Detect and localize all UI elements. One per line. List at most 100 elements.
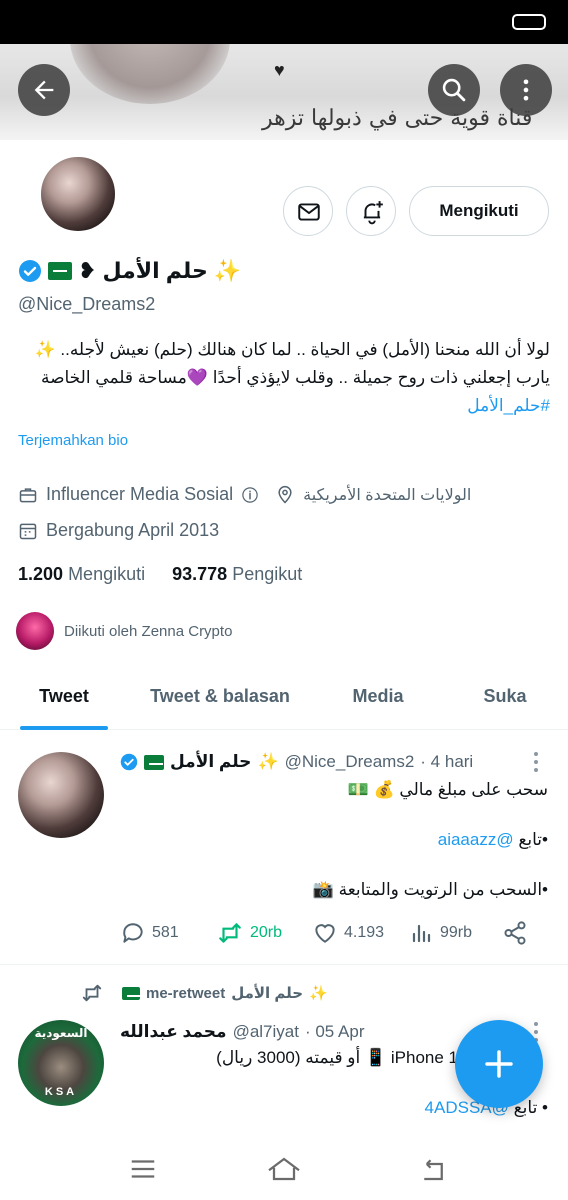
- status-bar: [0, 0, 568, 44]
- tweet-author-avatar[interactable]: [18, 752, 104, 838]
- following-button[interactable]: Mengikuti: [409, 186, 549, 236]
- retweet-time: · 05 Apr: [304, 1022, 365, 1041]
- search-button[interactable]: [428, 64, 480, 116]
- tweet-more-icon[interactable]: [528, 750, 544, 774]
- following-label: Mengikuti: [68, 564, 146, 584]
- tab-media[interactable]: Media: [330, 668, 426, 730]
- phone-emoji: 📱: [364, 1048, 387, 1067]
- bio-line-1-text: لولا أن الله منحنا (الأمل) في الحياة .. …: [60, 340, 550, 359]
- reply-count: 581: [152, 924, 179, 941]
- back-button[interactable]: [18, 64, 70, 116]
- retweet-author-handle: @al7iyat: [232, 1022, 299, 1041]
- verified-badge-icon: [19, 260, 41, 282]
- compose-tweet-button[interactable]: [455, 1020, 543, 1108]
- mention-link[interactable]: @aiaaazz: [438, 830, 514, 849]
- location-text: الولايات المتحدة الأمريكية: [303, 486, 472, 504]
- retweet-line-1-tail: أو قيمته (3000 ريال): [216, 1048, 361, 1067]
- views-button[interactable]: 99rb: [410, 920, 472, 946]
- display-name-suffix: ❥: [78, 258, 97, 283]
- followed-by-text: Diikuti oleh Zenna Crypto: [64, 622, 233, 640]
- tab-likes[interactable]: Suka: [460, 668, 550, 730]
- banner-text: قناة قوية حتى في ذبولها تزهر: [262, 106, 533, 131]
- menu-icon[interactable]: [128, 1154, 158, 1184]
- tweet-line-3-text: •السحب من الرتويت والمتابعة: [338, 880, 548, 899]
- profile-banner: ♥ قناة قوية حتى في ذبولها تزهر: [0, 44, 568, 140]
- share-button[interactable]: [502, 920, 528, 946]
- like-button[interactable]: 4.193: [312, 920, 384, 946]
- views-count: 99rb: [440, 924, 473, 941]
- more-vertical-icon: [523, 79, 529, 101]
- sparkle-icon: ✨: [257, 752, 279, 771]
- translate-bio-link[interactable]: Terjemahkan bio: [18, 432, 128, 449]
- money-emoji: 💰 💵: [347, 780, 395, 799]
- notification-button[interactable]: [346, 186, 396, 236]
- followers-stat[interactable]: 93.778 Pengikut: [172, 564, 302, 584]
- heart-icon: [315, 924, 335, 943]
- following-count: 1.200: [18, 564, 64, 584]
- banner-image: [70, 44, 230, 104]
- banner-heart-icon: ♥: [274, 60, 285, 80]
- more-options-button[interactable]: [500, 64, 552, 116]
- retweet-indicator: me-retweet حلم الأمل ✨: [80, 982, 328, 1004]
- bell-plus-icon: [363, 201, 383, 225]
- profile-avatar[interactable]: [38, 154, 118, 234]
- bio-hashtag[interactable]: #حلم_الأمل: [467, 396, 550, 415]
- profile-handle: @Nice_Dreams2: [18, 294, 156, 314]
- tab-tweet[interactable]: Tweet: [18, 668, 110, 730]
- following-stat[interactable]: 1.200 Mengikuti: [18, 564, 145, 584]
- message-button[interactable]: [283, 186, 333, 236]
- sparkle-icon: ✨: [309, 985, 328, 1002]
- profile-meta-category: Influencer Media Sosial الولايات المتحدة…: [18, 484, 471, 505]
- avatar-top-text: السعودية: [34, 1026, 88, 1040]
- bio-line-1: لولا أن الله منحنا (الأمل) في الحياة .. …: [18, 336, 550, 364]
- profile-tabs: Tweet Tweet & balasan Media Suka: [0, 668, 568, 730]
- bio-heart-emoji: 💜: [186, 368, 209, 387]
- back-arrow-icon: [34, 80, 54, 100]
- saudi-flag-icon: [144, 754, 164, 770]
- active-tab-indicator: [20, 726, 108, 730]
- mail-icon: [298, 203, 320, 221]
- followed-by-row[interactable]: Diikuti oleh Zenna Crypto: [16, 612, 232, 650]
- joined-text: Bergabung April 2013: [46, 520, 220, 540]
- camera-emoji: 📸: [312, 880, 334, 899]
- views-chart-icon: [412, 924, 431, 943]
- share-icon: [504, 921, 526, 945]
- tweet-author-handle: @Nice_Dreams2: [284, 752, 415, 771]
- bio-line-2-tail: مساحة قلمي الخاصة: [40, 368, 187, 387]
- home-icon[interactable]: [266, 1154, 302, 1184]
- retweet-label: me-retweet: [146, 984, 226, 1002]
- tab-tweet-replies[interactable]: Tweet & balasan: [140, 668, 300, 730]
- retweeted-icon: [82, 984, 102, 1002]
- search-icon: [442, 78, 466, 102]
- bio-line-2-text: يارب إجعلني ذات روح جميلة .. وقلب لايؤذي…: [212, 368, 550, 387]
- retweet-author-avatar[interactable]: السعودية KSA: [18, 1020, 104, 1106]
- tweet-time: · 4 hari: [420, 752, 474, 771]
- tweet-line-1-text: سحب على مبلغ مالي: [399, 780, 548, 799]
- reply-icon: [123, 923, 143, 943]
- retweet-author-name: محمد عبدالله: [120, 1022, 227, 1041]
- profile-meta-joined: Bergabung April 2013: [18, 520, 219, 541]
- location-pin-icon: [278, 485, 292, 504]
- follow-stats: 1.200 Mengikuti 93.778 Pengikut: [18, 564, 302, 585]
- retweet-button[interactable]: 20rb: [216, 920, 282, 946]
- briefcase-icon: [19, 487, 37, 502]
- sparkle-icon: ✨: [213, 258, 242, 283]
- back-nav-icon[interactable]: [418, 1154, 448, 1184]
- tweet-line-2-prefix: •تابع: [518, 830, 548, 849]
- retweet-line-1: iPhone 1 📱 أو قيمته (3000 ريال): [216, 1048, 458, 1068]
- verified-badge-icon: [120, 753, 138, 771]
- info-icon[interactable]: [241, 486, 259, 504]
- tweet-divider: [0, 964, 568, 965]
- category-text: Influencer Media Sosial: [46, 484, 234, 504]
- display-name: حلم الأمل: [102, 258, 208, 283]
- retweet-header: محمد عبدالله @al7iyat · 05 Apr: [120, 1022, 365, 1042]
- tweet-author-name: حلم الأمل: [170, 752, 252, 771]
- tweet-line-3: •السحب من الرتويت والمتابعة 📸: [313, 880, 548, 900]
- retweet-count: 20rb: [250, 924, 283, 941]
- followers-label: Pengikut: [232, 564, 303, 584]
- system-nav-bar: [0, 1140, 568, 1200]
- saudi-flag-icon: [48, 262, 72, 280]
- avatar-bottom-text: KSA: [44, 1086, 78, 1098]
- reply-button[interactable]: 581: [120, 920, 179, 946]
- followers-count: 93.778: [172, 564, 228, 584]
